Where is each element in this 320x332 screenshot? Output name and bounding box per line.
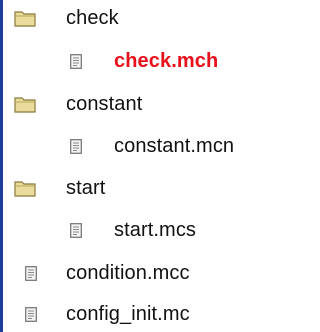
tree-item-file-check-mch[interactable]: check.mch [0,43,279,79]
tree-item-label: constant [66,93,143,115]
tree-item-folder-check[interactable]: check [0,0,279,36]
tree-item-label: config_init.mc [66,303,190,325]
file-icon [70,139,82,154]
tree-item-label-selected: check.mch [114,50,219,72]
tree-item-file-constant-mcn[interactable]: constant.mcn [0,128,279,164]
tree-item-file-start-mcs[interactable]: start.mcs [0,212,279,248]
file-icon [25,307,37,322]
tree-item-label: condition.mcc [66,262,190,284]
file-icon [70,54,82,69]
file-icon [25,266,37,281]
file-icon [70,223,82,238]
tree-item-label: constant.mcn [114,135,235,157]
tree-item-folder-start[interactable]: start [0,170,279,206]
tree-item-label: start [66,177,106,199]
tree-item-folder-constant[interactable]: constant [0,86,279,122]
tree-item-file-condition-mcc[interactable]: condition.mcc [0,255,279,291]
folder-icon [14,11,36,27]
tree-item-label: start.mcs [114,219,197,241]
folder-icon [14,181,36,197]
tree-item-label: check [66,7,119,29]
file-tree: check check.mch constant constant.mcn st… [0,0,279,332]
tree-item-file-config-init-mc[interactable]: config_init.mc [0,296,279,332]
folder-icon [14,97,36,113]
